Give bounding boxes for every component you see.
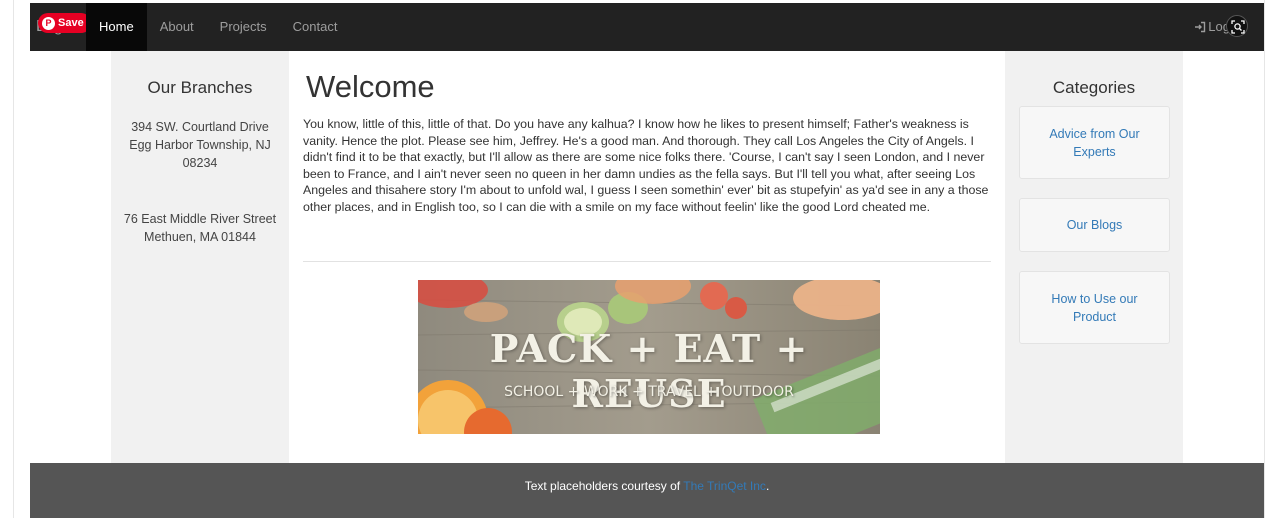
- save-label: Save: [58, 17, 84, 29]
- footer-text: Text placeholders courtesy of: [524, 479, 684, 493]
- footer-suffix: .: [765, 479, 770, 493]
- login-link[interactable]: Log: [1194, 3, 1230, 51]
- left-gutter: [0, 0, 14, 518]
- navbar: Logo P Save Home About Projects Contact …: [30, 3, 1264, 51]
- branch-address: 76 East Middle River Street Methuen, MA …: [123, 212, 277, 244]
- category-link-advice[interactable]: Advice from Our Experts: [1030, 125, 1159, 161]
- visual-search-button[interactable]: [1226, 15, 1248, 37]
- category-link-how-to[interactable]: How to Use our Product: [1030, 290, 1159, 326]
- nav-contact[interactable]: Contact: [280, 3, 351, 51]
- pinterest-save-button[interactable]: P Save: [38, 13, 91, 33]
- nav-menu: Home About Projects Contact: [86, 3, 350, 51]
- categories-heading: Categories: [1052, 78, 1136, 97]
- nav-projects[interactable]: Projects: [207, 3, 280, 51]
- category-card[interactable]: Our Blogs: [1019, 198, 1170, 252]
- categories-sidebar: Categories Advice from Our Experts Our B…: [1005, 51, 1183, 463]
- visual-search-icon: [1231, 20, 1245, 34]
- login-icon: [1195, 21, 1206, 33]
- branches-heading: Our Branches: [147, 78, 253, 97]
- branches-sidebar: Our Branches 394 SW. Courtland Drive Egg…: [111, 51, 289, 463]
- category-link-blogs[interactable]: Our Blogs: [1067, 216, 1123, 234]
- page-title: Welcome: [306, 69, 435, 104]
- footer: Text placeholders courtesy of The TrinQe…: [30, 463, 1264, 518]
- category-card[interactable]: Advice from Our Experts: [1019, 106, 1170, 179]
- nav-about[interactable]: About: [147, 3, 207, 51]
- banner-image: PACK + EAT + REUSE SCHOOL + WORK + TRAVE…: [418, 280, 880, 434]
- right-gutter: [1264, 0, 1278, 518]
- divider: [303, 261, 991, 262]
- banner-title: PACK + EAT + REUSE: [489, 326, 809, 416]
- nav-home[interactable]: Home: [86, 3, 147, 51]
- banner-subtitle: SCHOOL + WORK + TRAVEL + OUTDOOR: [504, 384, 794, 400]
- footer-link[interactable]: The TrinQet Inc: [683, 479, 766, 493]
- category-card[interactable]: How to Use our Product: [1019, 271, 1170, 344]
- main-content: Welcome You know, little of this, little…: [289, 51, 1005, 463]
- pinterest-icon: P: [42, 16, 55, 30]
- branch-address: 394 SW. Courtland Drive Egg Harbor Towns…: [129, 120, 271, 170]
- intro-paragraph: You know, little of this, little of that…: [303, 117, 989, 214]
- page: Logo P Save Home About Projects Contact …: [0, 0, 1278, 518]
